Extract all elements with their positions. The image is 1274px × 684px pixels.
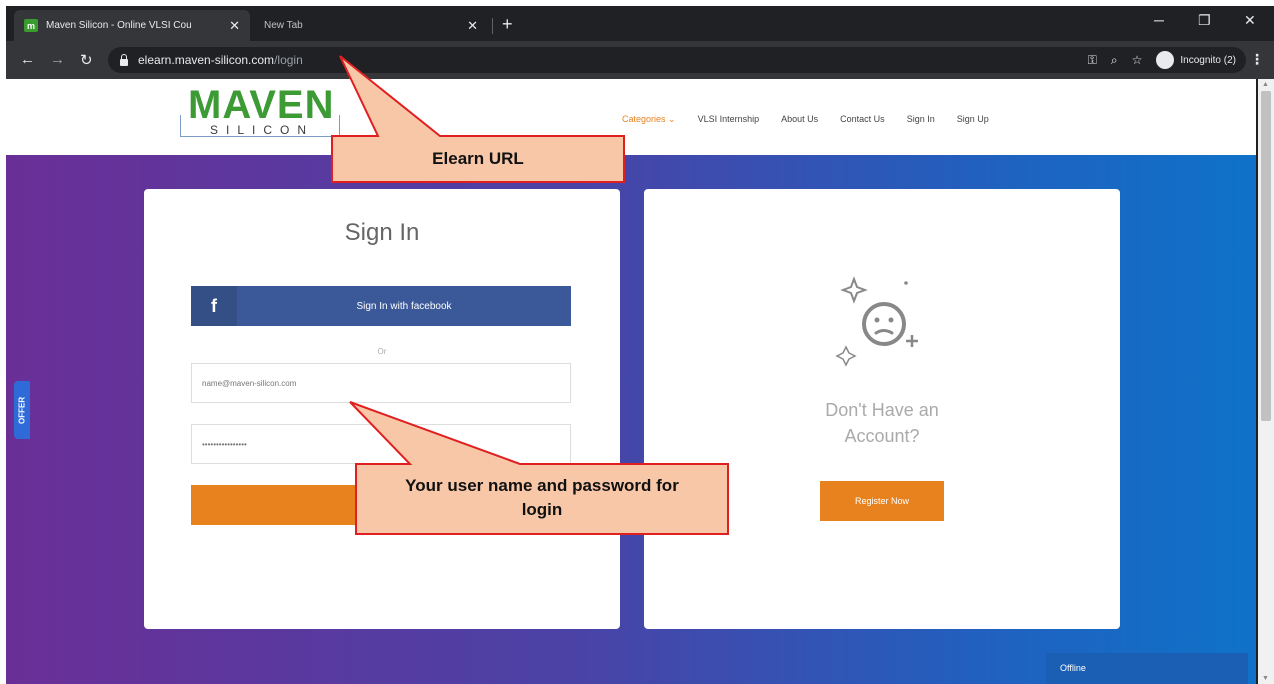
nav-contact-us[interactable]: Contact Us [840,114,885,125]
logo-main-text: MAVEN [188,83,335,127]
no-account-line1: Don't Have an [825,400,939,420]
no-account-text: Don't Have an Account? [644,397,1120,449]
callout-credentials-line2: login [521,500,563,519]
nav-sign-up[interactable]: Sign Up [957,114,989,125]
password-field[interactable] [191,424,571,464]
sad-face-icon [835,276,918,367]
register-now-button[interactable]: Register Now [820,481,944,521]
tab-title: New Tab [264,20,303,31]
forward-arrow-icon[interactable]: → [50,51,65,68]
signin-title: Sign In [344,219,420,246]
tab-maven-silicon[interactable]: m Maven Silicon - Online VLSI Cou ✕ [14,10,250,41]
zoom-icon[interactable]: ⌕ [1111,53,1118,68]
tab-new-tab[interactable]: New Tab ✕ [254,10,488,41]
facebook-signin-button[interactable]: f Sign In with facebook [191,286,571,326]
reload-icon[interactable]: ↻ [80,51,93,69]
window-close-icon[interactable]: ✕ [1244,12,1256,29]
url-path: /login [274,53,303,67]
site-header: MAVEN SILICON Categories ⌄ VLSI Internsh… [6,79,1256,155]
lock-icon [120,53,128,66]
facebook-icon: f [191,286,237,326]
new-tab-plus-icon[interactable]: + [502,14,513,35]
key-icon[interactable]: ⚿ [1088,53,1097,68]
restore-icon[interactable]: ❐ [1198,12,1211,29]
callout-credentials: Your user name and password for login [356,464,728,534]
scroll-up-icon[interactable]: ▲ [1262,81,1269,88]
page-scrollbar[interactable]: ▲ ▼ [1258,79,1274,684]
tab-bar: m Maven Silicon - Online VLSI Cou ✕ New … [6,6,1274,41]
incognito-label: Incognito (2) [1180,54,1236,66]
scroll-thumb[interactable] [1261,91,1271,421]
incognito-profile[interactable]: Incognito (2) [1156,51,1236,69]
callout-credentials-line1: Your user name and password for [405,476,679,495]
close-icon[interactable]: ✕ [467,18,478,34]
maven-favicon-icon: m [24,19,38,32]
star-icon[interactable]: ☆ [1132,53,1143,67]
signin-card: Sign In f Sign In with facebook Or Sign … [144,189,620,629]
facebook-signin-label: Sign In with facebook [356,300,452,312]
register-card: Don't Have an Account? Register Now [644,189,1120,629]
minimize-icon[interactable]: ─ [1154,12,1164,28]
scroll-down-icon[interactable]: ▼ [1262,675,1269,682]
address-bar[interactable]: elearn.maven-silicon.com /login ⚿ ⌕ ☆ In… [108,47,1246,73]
logo-sub-text: SILICON [210,123,315,137]
callout-elearn-url: Elearn URL [432,149,524,168]
or-divider: Or [377,347,387,356]
back-arrow-icon[interactable]: ← [20,51,35,68]
web-page: MAVEN SILICON Categories ⌄ VLSI Internsh… [6,79,1256,684]
nav-vlsi-internship[interactable]: VLSI Internship [698,114,760,125]
offer-tab[interactable]: OFFER [14,381,30,439]
maven-silicon-logo[interactable]: MAVEN SILICON [180,81,350,141]
incognito-icon [1156,51,1175,69]
tab-title: Maven Silicon - Online VLSI Cou [46,20,192,31]
no-account-line2: Account? [844,426,920,446]
hero-section: Sign In f Sign In with facebook Or Sign … [6,155,1256,684]
url-host: elearn.maven-silicon.com [138,53,275,67]
more-menu-icon[interactable]: ⋮ [1250,51,1264,68]
close-icon[interactable]: ✕ [229,18,240,34]
offline-chat-bar[interactable]: Offline [1046,653,1248,684]
main-nav: Categories ⌄ VLSI Internship About Us Co… [622,114,989,125]
tab-separator [492,18,493,34]
nav-sign-in[interactable]: Sign In [907,114,935,125]
nav-about-us[interactable]: About Us [781,114,818,125]
email-field[interactable] [191,363,571,403]
browser-toolbar: ← → ↻ elearn.maven-silicon.com /login ⚿ … [6,41,1274,79]
nav-categories[interactable]: Categories ⌄ [622,114,676,125]
